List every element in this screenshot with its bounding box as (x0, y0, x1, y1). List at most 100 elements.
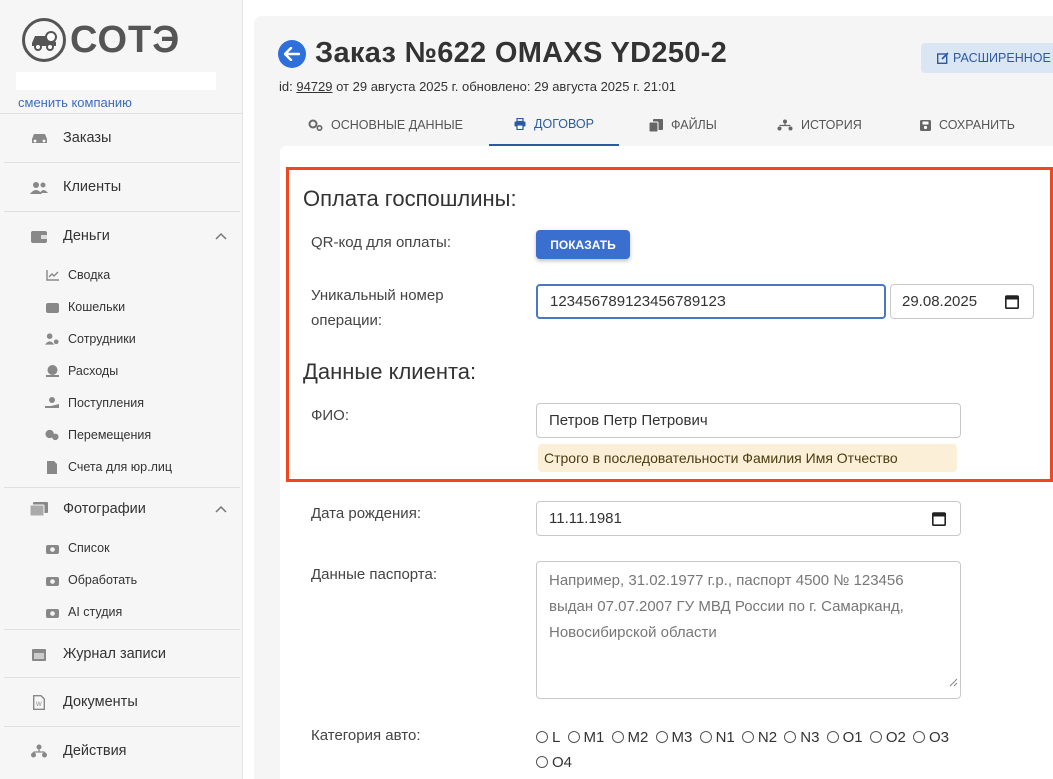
chevron-up-icon[interactable] (215, 502, 227, 516)
sidebar-item-label: Заказы (63, 130, 112, 146)
radio-button[interactable] (913, 731, 926, 743)
category-option-label: O3 (929, 729, 950, 746)
sidebar-subitem-photo-list[interactable]: Список (0, 539, 243, 557)
radio-button[interactable] (741, 731, 754, 743)
divider (4, 211, 240, 212)
sidebar-subitem-income[interactable]: Поступления (0, 394, 243, 412)
logo-car-icon (22, 18, 66, 62)
op-number-label-line1: Уникальный номер (311, 287, 444, 304)
sidebar-item-documents[interactable]: W Документы (0, 690, 243, 714)
sidebar-subitem-summary[interactable]: Сводка (0, 266, 243, 284)
svg-text:W: W (36, 702, 42, 708)
calendar-icon[interactable] (932, 511, 946, 530)
save-icon (920, 119, 931, 131)
birth-date-input[interactable]: 11.11.1981 (536, 501, 961, 536)
radio-button[interactable] (655, 731, 668, 743)
category-option-l[interactable]: L (536, 725, 560, 750)
tab-contract[interactable]: ДОГОВОР (489, 104, 619, 146)
category-option-m1[interactable]: M1 (567, 725, 604, 750)
camera-process-icon (45, 575, 59, 586)
tab-history[interactable]: ИСТОРИЯ (777, 104, 862, 146)
radio-button[interactable] (784, 731, 797, 743)
sidebar-item-orders[interactable]: Заказы (0, 126, 243, 150)
print-icon (514, 118, 526, 130)
sidebar-subitem-photo-process[interactable]: Обработать (0, 571, 243, 589)
sidebar-subitem-label: Расходы (68, 364, 119, 378)
sidebar-subitem-transfers[interactable]: Перемещения (0, 426, 243, 444)
tab-save[interactable]: СОХРАНИТЬ (920, 104, 1015, 146)
op-date-input[interactable]: 29.08.2025 (890, 284, 1034, 319)
sidebar-subitem-ai-studio[interactable]: AI студия (0, 603, 243, 621)
page-title: Заказ №622 OMAXS YD250-2 (315, 37, 728, 69)
category-option-n3[interactable]: N3 (784, 725, 819, 750)
photos-icon (30, 502, 48, 516)
sidebar-subitem-label: Список (68, 541, 110, 555)
fio-input[interactable]: Петров Петр Петрович (536, 403, 961, 438)
radio-button[interactable] (611, 731, 624, 743)
sidebar-subitem-label: Счета для юр.лиц (68, 460, 173, 474)
back-arrow-icon[interactable] (278, 39, 306, 68)
category-option-m2[interactable]: M2 (611, 725, 648, 750)
qr-label: QR-код для оплаты: (311, 234, 452, 251)
radio-button[interactable] (699, 731, 712, 743)
sidebar-subitem-expenses[interactable]: Расходы (0, 362, 243, 380)
history-icon (777, 119, 793, 131)
category-option-label: M3 (671, 729, 693, 746)
category-option-o4[interactable]: O4 (536, 750, 572, 775)
employee-icon (45, 333, 59, 345)
category-option-label: O4 (552, 754, 573, 771)
sidebar-item-photos[interactable]: Фотографии (0, 497, 243, 521)
radio-button[interactable] (567, 731, 580, 743)
category-option-label: N1 (715, 729, 735, 746)
passport-label: Данные паспорта: (311, 566, 438, 583)
category-option-o1[interactable]: O1 (826, 725, 863, 750)
sidebar-subitem-label: Сотрудники (68, 332, 136, 346)
category-option-n2[interactable]: N2 (741, 725, 778, 750)
sidebar-subitem-employees[interactable]: Сотрудники (0, 330, 243, 348)
resize-handle-icon[interactable] (949, 670, 958, 696)
tab-label: ДОГОВОР (534, 117, 594, 131)
sidebar-item-money[interactable]: Деньги (0, 224, 243, 248)
passport-placeholder: Например, 31.02.1977 г.р., паспорт 4500 … (549, 572, 904, 641)
category-option-o2[interactable]: O2 (869, 725, 906, 750)
op-number-input[interactable]: 12345678912345678912З (536, 284, 886, 319)
tab-main-data[interactable]: ОСНОВНЫЕ ДАННЫЕ (308, 104, 463, 146)
op-date-value: 29.08.2025 (902, 293, 978, 310)
category-option-label: N2 (757, 729, 778, 746)
extended-button[interactable]: РАСШИРЕННОЕ Р (921, 43, 1053, 73)
chevron-up-icon[interactable] (215, 229, 227, 243)
fio-value: Петров Петр Петрович (549, 412, 708, 429)
tab-files[interactable]: ФАЙЛЫ (649, 104, 717, 146)
category-option-m3[interactable]: M3 (655, 725, 693, 750)
radio-button[interactable] (536, 731, 548, 743)
wallet-icon (30, 230, 48, 243)
calendar-icon[interactable] (1005, 294, 1019, 313)
category-option-label: O1 (842, 729, 863, 746)
sidebar-subitem-label: Кошельки (68, 300, 126, 314)
category-radio-group: L M1 M2 M3 N1 N2 N3 O1 O2 O3 O4 (536, 725, 961, 775)
passport-textarea[interactable]: Например, 31.02.1977 г.р., паспорт 4500 … (536, 561, 961, 699)
sidebar-item-clients[interactable]: Клиенты (0, 175, 243, 199)
order-meta: id: 94729 от 29 августа 2025 г. обновлен… (279, 79, 676, 94)
sidebar-subitem-invoices[interactable]: Счета для юр.лиц (0, 458, 243, 476)
logo-text: СОТЭ (70, 18, 181, 61)
show-qr-button[interactable]: ПОКАЗАТЬ (536, 230, 630, 259)
sidebar-item-journal[interactable]: Журнал записи (0, 642, 243, 666)
income-icon (45, 397, 59, 409)
sidebar-subitem-label: AI студия (68, 605, 123, 619)
divider (4, 162, 240, 163)
switch-company-link[interactable]: сменить компанию (18, 95, 132, 110)
category-option-n1[interactable]: N1 (699, 725, 735, 750)
logo[interactable]: СОТЭ (22, 18, 180, 62)
radio-button[interactable] (536, 756, 548, 768)
extended-button-label: РАСШИРЕННОЕ Р (953, 51, 1053, 65)
sidebar-subitem-wallets[interactable]: Кошельки (0, 298, 243, 316)
order-id-link[interactable]: 94729 (296, 79, 332, 94)
radio-button[interactable] (826, 731, 839, 743)
sidebar-item-actions[interactable]: Действия (0, 739, 243, 763)
radio-button[interactable] (869, 731, 882, 743)
category-option-o3[interactable]: O3 (913, 725, 949, 750)
tab-label: СОХРАНИТЬ (939, 118, 1015, 132)
calendar-icon (30, 647, 48, 661)
company-name-box (16, 72, 216, 90)
